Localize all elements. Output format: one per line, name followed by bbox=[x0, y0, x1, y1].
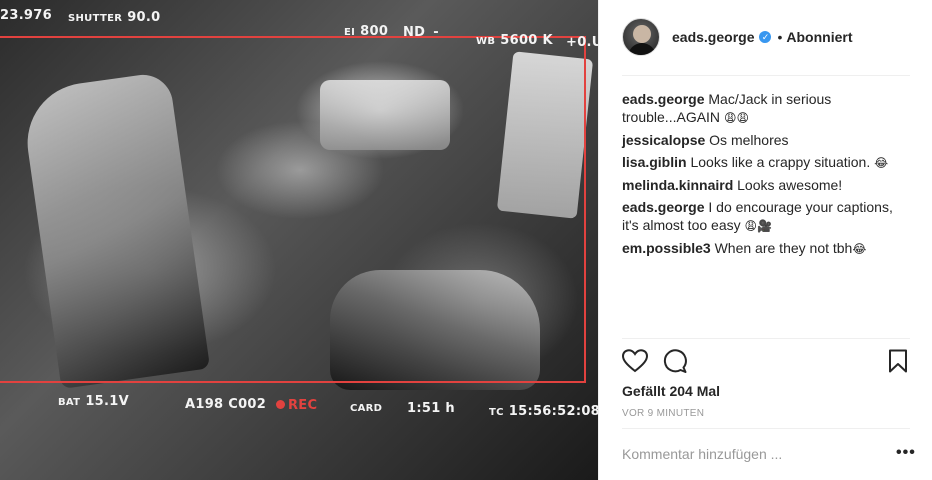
hud-nd-value: - bbox=[433, 25, 439, 40]
hud-wb-label: WB bbox=[476, 36, 496, 47]
comment-item: eads.george Mac/Jack in serious trouble.… bbox=[622, 90, 912, 127]
hud-tint: +0.U bbox=[566, 35, 598, 50]
hud-battery: BAT 15.1V bbox=[58, 394, 129, 409]
likes-count[interactable]: Gefällt 204 Mal bbox=[622, 383, 720, 399]
comment-text: When are they not tbh bbox=[714, 240, 853, 256]
follow-button[interactable]: Abonniert bbox=[786, 29, 852, 45]
comment-user[interactable]: lisa.giblin bbox=[622, 154, 687, 170]
more-options-button[interactable]: ••• bbox=[896, 445, 916, 461]
comment-input[interactable] bbox=[622, 446, 872, 462]
rec-dot-icon bbox=[276, 400, 285, 409]
hud-tc-label: TC bbox=[489, 407, 504, 418]
comments-list: eads.george Mac/Jack in serious trouble.… bbox=[622, 90, 912, 262]
comment-item: lisa.giblin Looks like a crappy situatio… bbox=[622, 153, 912, 172]
comment-item: eads.george I do encourage your captions… bbox=[622, 198, 912, 235]
frame-guide bbox=[0, 36, 586, 383]
hud-card-label: CARD bbox=[350, 403, 383, 414]
post-header: eads.george ✓ • Abonniert bbox=[622, 16, 853, 58]
hud-clip: A198 C002 bbox=[185, 397, 267, 412]
hud-ei-value: 800 bbox=[360, 24, 389, 39]
post-actions bbox=[621, 349, 910, 378]
comment-item: melinda.kinnaird Looks awesome! bbox=[622, 176, 912, 194]
hud-shutter: SHUTTER 90.0 bbox=[68, 10, 160, 25]
hud-rec-label: REC bbox=[288, 398, 318, 413]
comment-user[interactable]: jessicalopse bbox=[622, 132, 705, 148]
hud-card-value: 1:51 h bbox=[407, 401, 455, 416]
comment-user[interactable]: eads.george bbox=[622, 91, 704, 107]
comment-user[interactable]: em.possible3 bbox=[622, 240, 711, 256]
comment-icon[interactable] bbox=[662, 349, 688, 378]
avatar[interactable] bbox=[622, 18, 660, 56]
hud-bat-value: 15.1V bbox=[85, 394, 129, 409]
input-divider bbox=[622, 428, 910, 429]
comment-emoji: 😩🎥 bbox=[744, 219, 772, 233]
hud-shutter-value: 90.0 bbox=[127, 10, 161, 25]
header-divider bbox=[622, 75, 910, 76]
hud-wb-value: 5600 K bbox=[500, 33, 553, 48]
heart-icon[interactable] bbox=[621, 349, 649, 378]
bookmark-icon[interactable] bbox=[888, 349, 908, 378]
comment-text: Looks like a crappy situation. bbox=[690, 154, 875, 170]
comment-emoji: 😂 bbox=[852, 242, 867, 256]
hud-timecode: TC 15:56:52:08 bbox=[489, 404, 598, 419]
comment-user[interactable]: eads.george bbox=[622, 199, 704, 215]
comment-item: em.possible3 When are they not tbh😂 bbox=[622, 239, 912, 258]
hud-ei: EI 800 bbox=[344, 24, 388, 39]
comment-text: Looks awesome! bbox=[737, 177, 843, 193]
hud-nd: ND - bbox=[403, 25, 439, 40]
hud-bat-label: BAT bbox=[58, 397, 81, 408]
verified-badge-icon: ✓ bbox=[759, 31, 772, 43]
comment-emoji: 😩😩 bbox=[723, 111, 749, 125]
hud-nd-label: ND bbox=[403, 25, 426, 40]
actions-divider bbox=[622, 338, 910, 339]
header-separator: • bbox=[777, 29, 783, 45]
comment-item: jessicalopse Os melhores bbox=[622, 131, 912, 149]
post-timestamp: VOR 9 MINUTEN bbox=[622, 408, 705, 419]
comment-emoji: 😂 bbox=[874, 156, 889, 170]
comment-text: Os melhores bbox=[709, 132, 789, 148]
post-photo[interactable]: 23.976 SHUTTER 90.0 EI 800 ND - WB 5600 K +0… bbox=[0, 0, 598, 480]
hud-fps: 23.976 bbox=[0, 8, 52, 23]
hud-rec: REC bbox=[276, 398, 317, 413]
hud-ei-label: EI bbox=[344, 27, 356, 38]
comment-user[interactable]: melinda.kinnaird bbox=[622, 177, 733, 193]
hud-shutter-label: SHUTTER bbox=[68, 13, 123, 24]
hud-wb: WB 5600 K bbox=[476, 33, 553, 48]
post-username[interactable]: eads.george bbox=[672, 29, 754, 45]
hud-tc-value: 15:56:52:08 bbox=[508, 404, 598, 419]
